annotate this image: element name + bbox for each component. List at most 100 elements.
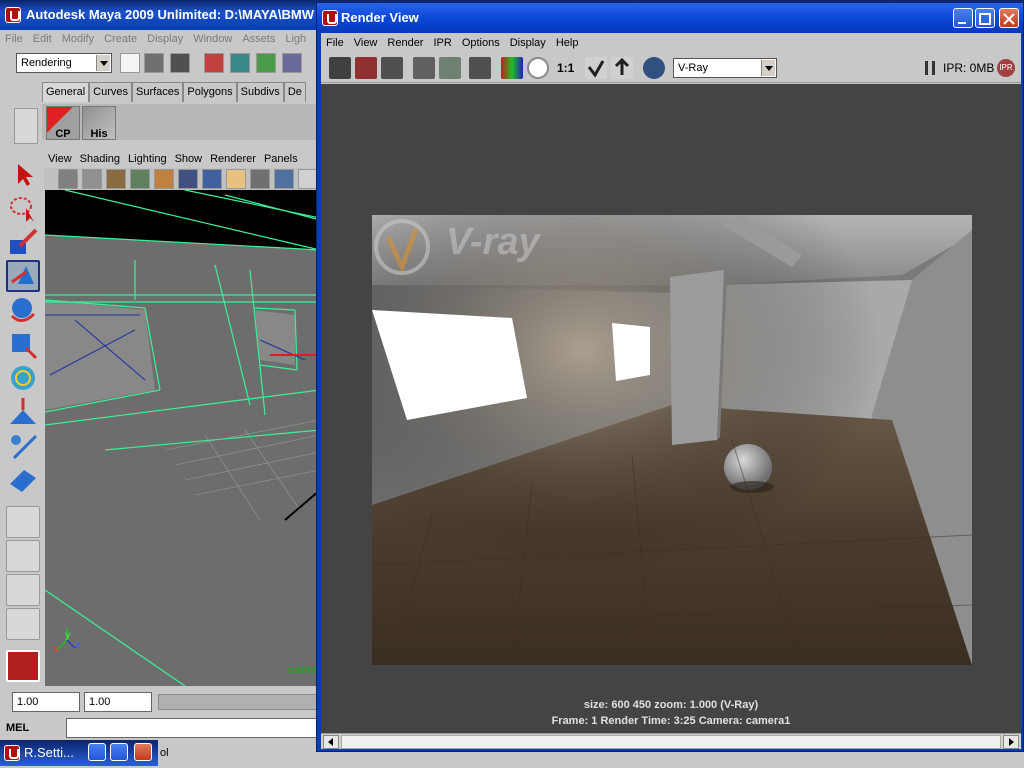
render-settings-icon[interactable] xyxy=(643,57,665,79)
tab-polygons[interactable]: Polygons xyxy=(183,82,237,102)
select-object-icon[interactable] xyxy=(230,53,250,73)
camera-attr-icon[interactable] xyxy=(82,169,102,189)
single-pane-layout-icon[interactable] xyxy=(6,506,40,538)
resolution-gate-icon[interactable] xyxy=(274,169,294,189)
scale-tool-icon[interactable] xyxy=(6,328,40,360)
shelf-button-his[interactable]: His xyxy=(82,106,116,140)
rv-menu-view[interactable]: View xyxy=(349,33,383,53)
snapshot-icon[interactable] xyxy=(381,57,403,79)
render-sequence-icon[interactable] xyxy=(469,57,491,79)
outliner-layout-icon[interactable] xyxy=(6,574,40,606)
maya-menu-edit[interactable]: Edit xyxy=(28,30,57,48)
maximize-icon[interactable] xyxy=(110,743,128,761)
move-tool-icon[interactable] xyxy=(6,260,40,292)
text-icon[interactable] xyxy=(298,169,318,189)
time-current-field[interactable]: 1.00 xyxy=(84,692,152,712)
last-tool-icon[interactable] xyxy=(6,464,40,496)
real-size-button[interactable]: 1:1 xyxy=(557,61,574,75)
scroll-thumb[interactable] xyxy=(341,735,1001,749)
soft-mod-icon[interactable] xyxy=(6,396,40,428)
scroll-right-icon[interactable] xyxy=(1003,735,1019,749)
shelf-button-cp[interactable]: CP xyxy=(46,106,80,140)
four-pane-layout-icon[interactable] xyxy=(6,540,40,572)
ipr-render-icon[interactable] xyxy=(413,57,435,79)
rgb-channels-icon[interactable] xyxy=(501,57,523,79)
maya-menu-file[interactable]: File xyxy=(0,30,28,48)
redo-render-icon[interactable] xyxy=(329,57,351,79)
camera-select-icon[interactable] xyxy=(58,169,78,189)
maya-menu-window[interactable]: Window xyxy=(188,30,237,48)
maya-logo-icon xyxy=(6,650,40,682)
render-settings-icon xyxy=(4,745,20,761)
alpha-channel-icon[interactable] xyxy=(527,57,549,79)
xray-icon[interactable] xyxy=(250,169,270,189)
scroll-left-icon[interactable] xyxy=(323,735,339,749)
snap-grid-icon[interactable] xyxy=(282,53,302,73)
open-scene-icon[interactable] xyxy=(144,53,164,73)
film-gate-icon[interactable] xyxy=(202,169,222,189)
vp-menu-shading[interactable]: Shading xyxy=(76,150,124,168)
tab-surfaces[interactable]: Surfaces xyxy=(131,82,184,102)
keep-image-icon[interactable] xyxy=(585,57,607,79)
tab-deformation[interactable]: De xyxy=(283,82,306,102)
mel-command-input[interactable] xyxy=(66,718,320,738)
select-hierarchy-icon[interactable] xyxy=(204,53,224,73)
smooth-shade-icon[interactable] xyxy=(226,169,246,189)
vp-menu-lighting[interactable]: Lighting xyxy=(124,150,171,168)
shelf-menu-button[interactable] xyxy=(14,108,38,144)
restore-icon[interactable] xyxy=(88,743,106,761)
paint-select-icon[interactable] xyxy=(6,226,40,258)
tab-subdivs[interactable]: Subdivs xyxy=(236,82,284,102)
rotate-tool-icon[interactable] xyxy=(6,294,40,326)
time-start-field[interactable]: 1.00 xyxy=(12,692,80,712)
rv-menu-options[interactable]: Options xyxy=(457,33,505,53)
save-scene-icon[interactable] xyxy=(170,53,190,73)
tab-curves[interactable]: Curves xyxy=(89,82,132,102)
vp-menu-renderer[interactable]: Renderer xyxy=(206,150,260,168)
pause-icon[interactable] xyxy=(925,61,935,75)
maya-menu-display[interactable]: Display xyxy=(142,30,188,48)
maya-menu-lighting[interactable]: Ligh xyxy=(280,30,311,48)
vp-menu-view[interactable]: View xyxy=(44,150,76,168)
wireframe-icon[interactable] xyxy=(154,169,174,189)
new-scene-icon[interactable] xyxy=(120,53,140,73)
rv-menu-help[interactable]: Help xyxy=(551,33,584,53)
mel-label[interactable]: MEL xyxy=(6,718,29,738)
rv-menu-ipr[interactable]: IPR xyxy=(428,33,456,53)
minimize-icon[interactable] xyxy=(953,8,973,28)
rv-menu-render[interactable]: Render xyxy=(382,33,428,53)
menu-set-dropdown[interactable]: Rendering xyxy=(16,53,112,73)
maya-menu-create[interactable]: Create xyxy=(99,30,142,48)
image-plane-icon[interactable] xyxy=(130,169,150,189)
ipr-refresh-icon[interactable] xyxy=(439,57,461,79)
maya-menu-modify[interactable]: Modify xyxy=(57,30,99,48)
vp-menu-panels[interactable]: Panels xyxy=(260,150,302,168)
horizontal-scrollbar[interactable] xyxy=(321,733,1021,749)
close-icon[interactable] xyxy=(999,8,1019,28)
render-view-title-bar[interactable]: Render View xyxy=(317,3,1023,33)
universal-manip-icon[interactable] xyxy=(6,362,40,394)
maximize-icon[interactable] xyxy=(975,8,995,28)
vray-watermark: V-ray xyxy=(446,221,540,263)
show-manip-icon[interactable] xyxy=(6,430,40,462)
minimized-render-settings[interactable]: R.Setti... xyxy=(0,740,158,766)
renderer-dropdown[interactable]: V-Ray xyxy=(673,58,777,78)
maya-menu-assets[interactable]: Assets xyxy=(237,30,280,48)
rv-menu-file[interactable]: File xyxy=(321,33,349,53)
render-view-app-icon xyxy=(322,10,338,26)
range-slider[interactable] xyxy=(158,694,318,710)
perspective-viewport[interactable]: y x z came xyxy=(45,190,320,686)
tab-general[interactable]: General xyxy=(42,82,90,102)
render-region-icon[interactable] xyxy=(355,57,377,79)
close-icon[interactable] xyxy=(134,743,152,761)
vp-menu-show[interactable]: Show xyxy=(171,150,207,168)
remove-image-icon[interactable] xyxy=(611,57,633,79)
lasso-tool-icon[interactable] xyxy=(6,192,40,224)
render-canvas[interactable]: V-ray xyxy=(321,84,1021,733)
grid-toggle-icon[interactable] xyxy=(178,169,198,189)
bookmark-icon[interactable] xyxy=(106,169,126,189)
rv-menu-display[interactable]: Display xyxy=(505,33,551,53)
graph-layout-icon[interactable] xyxy=(6,608,40,640)
select-tool-icon[interactable] xyxy=(6,158,40,190)
select-component-icon[interactable] xyxy=(256,53,276,73)
